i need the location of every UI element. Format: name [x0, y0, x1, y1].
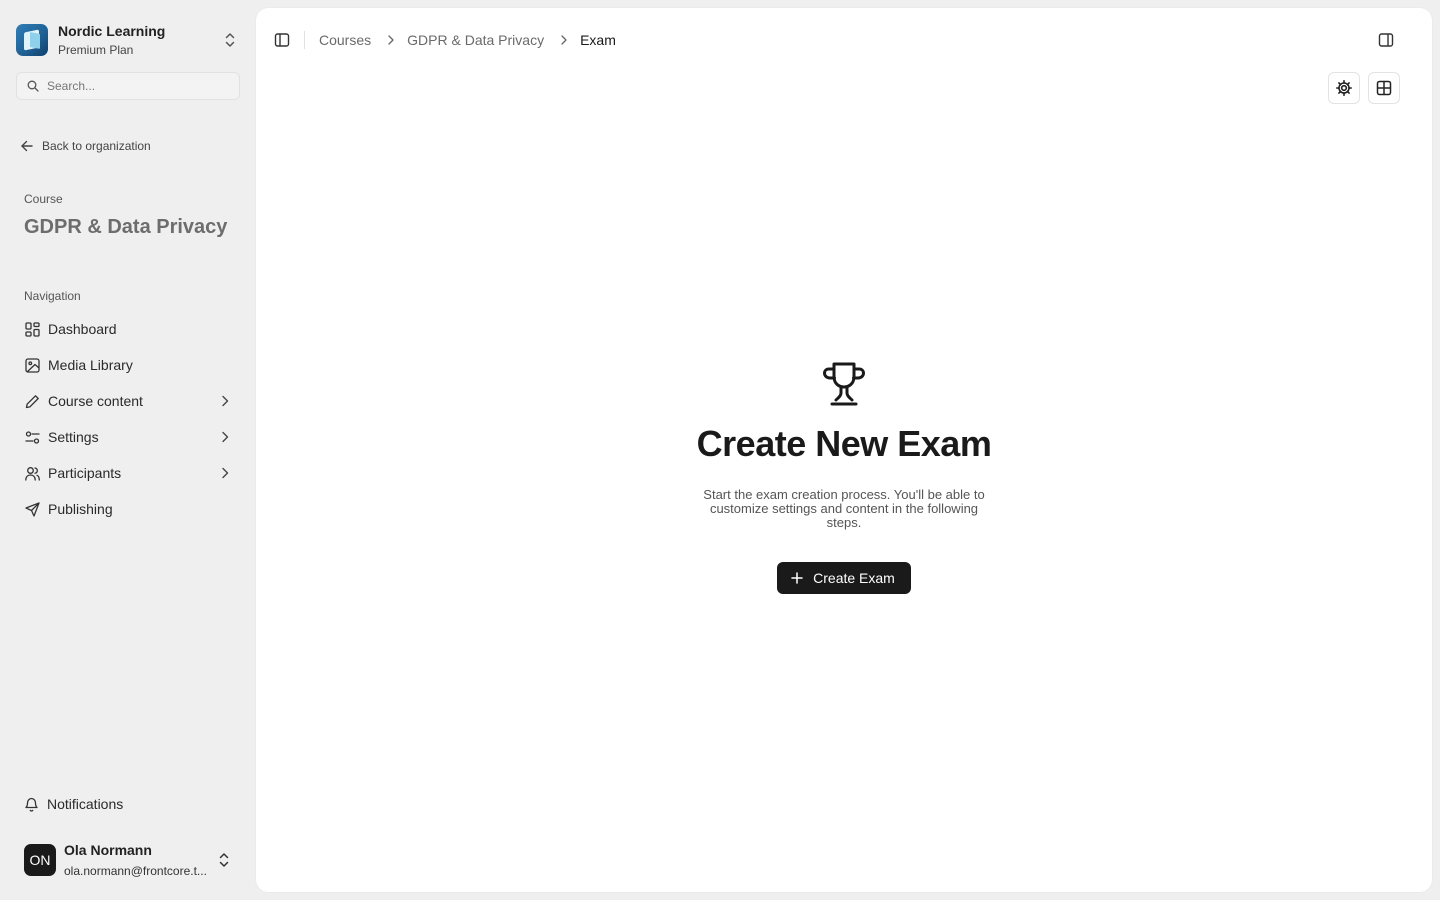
notifications-label: Notifications	[47, 796, 124, 812]
nav-item-media-library[interactable]: Media Library	[16, 347, 240, 383]
search-box	[16, 72, 240, 100]
nav-item-publishing[interactable]: Publishing	[16, 491, 240, 527]
organization-logo	[16, 24, 48, 56]
users-icon	[24, 465, 40, 481]
organization-switcher[interactable]: Nordic Learning Premium Plan	[16, 20, 240, 60]
back-link-label: Back to organization	[42, 139, 151, 153]
header-divider	[304, 31, 305, 49]
organization-name: Nordic Learning	[58, 23, 166, 39]
nav-item-label: Participants	[48, 465, 122, 481]
breadcrumb-course[interactable]: GDPR & Data Privacy	[407, 32, 544, 48]
nav-item-participants[interactable]: Participants	[16, 455, 240, 491]
chevrons-up-down-icon	[222, 31, 238, 49]
back-to-organization-link[interactable]: Back to organization	[20, 137, 151, 155]
grid-icon	[1376, 80, 1392, 96]
nav-item-settings[interactable]: Settings	[16, 419, 240, 455]
course-title: GDPR & Data Privacy	[24, 216, 228, 238]
navigation-list: Dashboard Media Library Course content S…	[16, 311, 240, 527]
navigation-label: Navigation	[24, 289, 81, 303]
nav-item-course-content[interactable]: Course content	[16, 383, 240, 419]
gear-icon	[1336, 80, 1352, 96]
breadcrumb-courses[interactable]: Courses	[319, 32, 371, 48]
nav-item-label: Publishing	[48, 501, 113, 517]
sidebar: Nordic Learning Premium Plan Back to org…	[0, 0, 256, 900]
settings-button[interactable]	[1328, 72, 1360, 104]
empty-state-description: Start the exam creation process. You'll …	[703, 487, 985, 530]
user-email: ola.normann@frontcore.t...	[64, 864, 207, 878]
nav-item-label: Settings	[48, 429, 99, 445]
empty-state: Create New Exam Start the exam creation …	[256, 360, 1432, 594]
sliders-icon	[24, 429, 40, 445]
chevron-right-icon	[218, 394, 232, 411]
breadcrumb-current: Exam	[580, 32, 616, 48]
pencil-icon	[24, 393, 40, 409]
chevron-right-icon	[558, 34, 570, 46]
chevron-right-icon	[385, 34, 397, 46]
user-menu[interactable]: ON Ola Normann ola.normann@frontcore.t..…	[24, 840, 236, 880]
plus-icon	[791, 572, 803, 584]
image-icon	[24, 357, 40, 373]
search-input[interactable]	[47, 79, 227, 93]
nav-item-label: Media Library	[48, 357, 133, 373]
create-exam-button[interactable]: Create Exam	[777, 562, 911, 594]
chevron-right-icon	[218, 430, 232, 447]
panel-right-icon	[1378, 33, 1394, 47]
empty-state-title: Create New Exam	[696, 423, 992, 464]
chevrons-up-down-icon	[216, 851, 232, 874]
avatar: ON	[24, 844, 56, 876]
create-exam-label: Create Exam	[813, 570, 895, 586]
bell-icon	[25, 797, 38, 812]
nav-item-dashboard[interactable]: Dashboard	[16, 311, 240, 347]
layout-grid-button[interactable]	[1368, 72, 1400, 104]
nav-item-label: Course content	[48, 393, 143, 409]
user-name: Ola Normann	[64, 842, 152, 858]
nav-item-label: Dashboard	[48, 321, 117, 337]
main-panel: Courses GDPR & Data Privacy Exam Create …	[256, 8, 1432, 892]
search-icon	[27, 80, 39, 92]
dashboard-icon	[24, 321, 40, 337]
trophy-icon	[823, 362, 865, 406]
arrow-left-icon	[21, 140, 33, 152]
sidebar-toggle-button[interactable]	[272, 30, 292, 50]
breadcrumb: Courses GDPR & Data Privacy Exam	[319, 30, 616, 50]
right-panel-toggle-button[interactable]	[1376, 30, 1396, 50]
panel-left-icon	[274, 33, 290, 47]
send-icon	[24, 501, 40, 517]
organization-plan: Premium Plan	[58, 43, 134, 57]
chevron-right-icon	[218, 466, 232, 483]
course-label: Course	[24, 192, 63, 206]
notifications-link[interactable]: Notifications	[24, 796, 123, 812]
